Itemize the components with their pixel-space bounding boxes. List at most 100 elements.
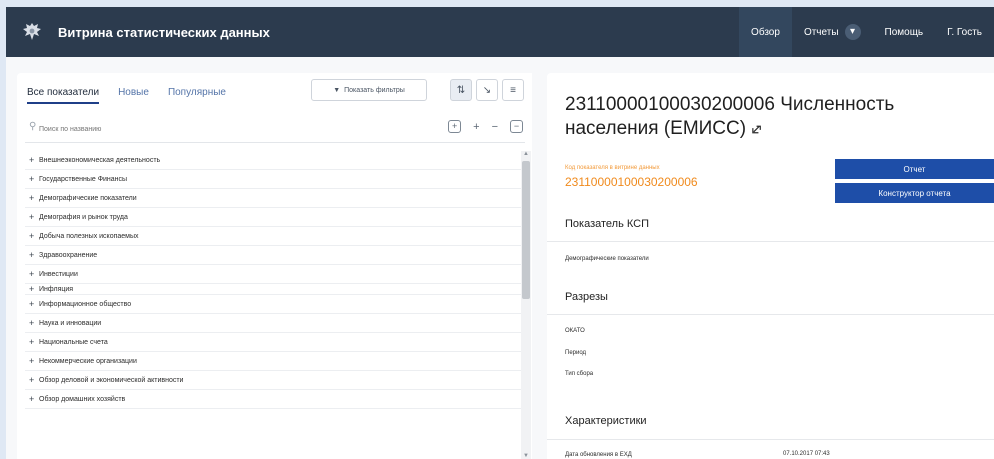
- nav-overview-label: Обзор: [751, 26, 780, 38]
- tree-item[interactable]: + Некоммерческие организации: [25, 352, 522, 371]
- tree-item[interactable]: + Внешнеэкономическая деятельность: [25, 151, 522, 170]
- nav-user[interactable]: Г. Гость: [935, 7, 994, 57]
- search-row: ⚲ + + − −: [25, 117, 525, 143]
- sort-asc-icon: ⇅: [456, 84, 466, 96]
- indicator-title-text: 23110000100030200006 Численность населен…: [565, 94, 895, 139]
- eagle-emblem-icon[interactable]: [18, 18, 46, 46]
- app-title[interactable]: Витрина статистических данных: [58, 25, 270, 40]
- expand-icon[interactable]: +: [25, 155, 39, 165]
- tree-item-label: Демографические показатели: [39, 194, 137, 202]
- expand-icon[interactable]: +: [25, 250, 39, 260]
- divider: [547, 439, 994, 440]
- nav-help[interactable]: Помощь: [873, 7, 936, 57]
- link-icon[interactable]: [751, 123, 764, 135]
- sections-title: Разрезы: [565, 291, 608, 303]
- divider: [547, 314, 994, 315]
- expand-all-icon[interactable]: +: [448, 120, 462, 133]
- nav-reports[interactable]: Отчеты ▾: [792, 7, 873, 57]
- expand-icon[interactable]: +: [25, 299, 39, 309]
- tree-item-label: Национальные счета: [39, 338, 108, 346]
- indicator-title: 23110000100030200006 Численность населен…: [565, 93, 985, 141]
- scroll-down-icon[interactable]: ▼: [523, 453, 529, 459]
- ksp-section-title: Показатель КСП: [565, 218, 649, 230]
- tree-item[interactable]: + Здравоохранение: [25, 246, 522, 265]
- expand-icon[interactable]: +: [25, 212, 39, 222]
- scroll-up-icon[interactable]: ▲: [523, 151, 529, 157]
- nav-overview[interactable]: Обзор: [739, 7, 792, 57]
- tree-item[interactable]: + Обзор деловой и экономической активност…: [25, 371, 522, 390]
- nav-reports-label: Отчеты: [803, 26, 839, 38]
- divider: [547, 241, 994, 242]
- expand-icon[interactable]: +: [25, 284, 39, 294]
- main-nav: Обзор Отчеты ▾ Помощь Г. Гость: [739, 7, 994, 57]
- collapse-all-icon[interactable]: −: [510, 120, 523, 133]
- expand-icon[interactable]: +: [25, 193, 39, 203]
- report-constructor-button[interactable]: Конструктор отчета: [835, 183, 994, 203]
- tab-new[interactable]: Новые: [118, 87, 149, 104]
- tree-item-label: Некоммерческие организации: [39, 357, 137, 365]
- expand-icon[interactable]: +: [25, 231, 39, 241]
- indicator-tree: + Внешнеэкономическая деятельность + Госуд…: [25, 151, 522, 409]
- tree-item[interactable]: + Обзор домашних хозяйств: [25, 390, 522, 409]
- tree-item[interactable]: + Наука и инновации: [25, 314, 522, 333]
- app-frame: Витрина статистических данных Обзор Отче…: [6, 7, 994, 459]
- tree-item-label: Обзор деловой и экономической активности: [39, 376, 184, 384]
- indicator-tabs: Все показатели Новые Популярные: [27, 87, 245, 104]
- section-collection-type: Тип сбора: [565, 371, 594, 377]
- indicator-details-panel: 23110000100030200006 Численность населен…: [547, 73, 994, 459]
- section-okato: ОКАТО: [565, 328, 585, 334]
- tree-item[interactable]: + Инвестиции: [25, 265, 522, 284]
- tree-item-label: Обзор домашних хозяйств: [39, 395, 126, 403]
- report-constructor-label: Конструктор отчета: [878, 188, 951, 198]
- tree-item[interactable]: + Демография и рынок труда: [25, 208, 522, 227]
- report-button[interactable]: Отчет: [835, 159, 994, 179]
- expand-icon[interactable]: +: [25, 375, 39, 385]
- nav-help-label: Помощь: [884, 26, 924, 38]
- scrollbar-thumb[interactable]: [522, 161, 530, 299]
- tree-item[interactable]: + Государственные Финансы: [25, 170, 522, 189]
- sort-asc-button[interactable]: ⇅: [450, 79, 472, 101]
- indicator-code-label: Код показателя в витрине данных: [565, 165, 660, 171]
- expand-icon[interactable]: +: [25, 337, 39, 347]
- tree-item-label: Демография и рынок труда: [39, 213, 128, 221]
- section-period: Период: [565, 350, 587, 356]
- ksp-value: Демографические показатели: [565, 256, 649, 262]
- tree-scrollbar[interactable]: ▲ ▼: [521, 151, 531, 459]
- update-date-label: Дата обновления в ЕХД: [565, 452, 632, 458]
- tab-popular[interactable]: Популярные: [168, 87, 226, 104]
- minus-icon[interactable]: −: [492, 121, 498, 133]
- expand-icon[interactable]: +: [25, 269, 39, 279]
- report-button-label: Отчет: [903, 164, 926, 174]
- tree-item-label: Здравоохранение: [39, 251, 98, 259]
- tree-item-label: Государственные Финансы: [39, 175, 128, 183]
- tree-item[interactable]: + Добыча полезных ископаемых: [25, 227, 522, 246]
- show-filters-button[interactable]: ▼ Показать фильтры: [311, 79, 427, 101]
- tree-item-label: Инфляция: [39, 285, 74, 293]
- nav-user-label: Г. Гость: [947, 26, 982, 38]
- expand-icon[interactable]: +: [25, 356, 39, 366]
- tree-item[interactable]: + Национальные счета: [25, 333, 522, 352]
- expand-icon[interactable]: +: [25, 318, 39, 328]
- tree-item-label: Наука и инновации: [39, 319, 102, 327]
- search-icon: ⚲: [29, 121, 37, 132]
- plus-icon[interactable]: +: [473, 121, 479, 133]
- expand-icon[interactable]: +: [25, 394, 39, 404]
- indicators-panel: Все показатели Новые Популярные ▼ Показа…: [17, 73, 532, 459]
- tree-item[interactable]: + Информационное общество: [25, 295, 522, 314]
- indicator-code-value: 23110000100030200006: [565, 175, 698, 189]
- update-date-value: 07.10.2017 07:43: [783, 451, 830, 457]
- sort-desc-button[interactable]: ↘: [476, 79, 498, 101]
- tree-item[interactable]: + Демографические показатели: [25, 189, 522, 208]
- tree-item-label: Внешнеэкономическая деятельность: [39, 156, 161, 164]
- search-input[interactable]: [39, 121, 419, 137]
- filter-icon: ▼: [333, 86, 341, 94]
- menu-icon: ≡: [510, 84, 516, 96]
- show-filters-label: Показать фильтры: [344, 86, 405, 94]
- tree-item-label: Информационное общество: [39, 300, 132, 308]
- expand-icon[interactable]: +: [25, 174, 39, 184]
- tab-all-indicators[interactable]: Все показатели: [27, 87, 100, 104]
- tree-item[interactable]: + Инфляция: [25, 284, 522, 295]
- menu-button[interactable]: ≡: [502, 79, 524, 101]
- tree-item-label: Добыча полезных ископаемых: [39, 232, 139, 240]
- characteristics-title: Характеристики: [565, 415, 647, 427]
